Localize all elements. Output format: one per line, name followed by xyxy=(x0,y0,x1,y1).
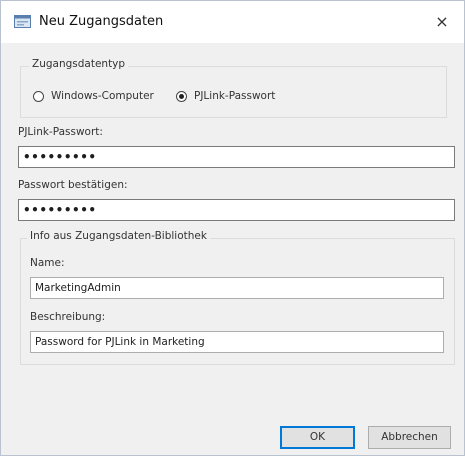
close-button[interactable]: × xyxy=(431,12,453,32)
radio-windows-computer-label: Windows-Computer xyxy=(51,90,154,102)
radio-windows-computer[interactable]: Windows-Computer xyxy=(33,90,154,102)
name-label: Name: xyxy=(30,257,65,269)
confirm-password-field[interactable]: ••••••••• xyxy=(18,199,455,221)
radio-pjlink-password-label: PJLink-Passwort xyxy=(194,90,276,102)
cancel-button[interactable]: Abbrechen xyxy=(368,426,451,449)
name-field[interactable]: MarketingAdmin xyxy=(30,277,444,299)
credential-type-legend: Zugangsdatentyp xyxy=(29,58,129,70)
radio-windows-computer-circle[interactable] xyxy=(33,90,44,102)
close-icon: × xyxy=(435,12,449,31)
description-field[interactable]: Password for PJLink in Marketing xyxy=(30,331,444,353)
dialog-window: Neu Zugangsdaten × Zugangsdatentyp Windo… xyxy=(0,0,465,456)
confirm-password-label: Passwort bestätigen: xyxy=(18,179,128,191)
description-label: Beschreibung: xyxy=(30,311,106,323)
password-field[interactable]: ••••••••• xyxy=(18,146,455,168)
password-label: PJLink-Passwort: xyxy=(18,126,103,138)
radio-pjlink-password[interactable]: PJLink-Passwort xyxy=(176,90,275,102)
library-info-legend: Info aus Zugangsdaten-Bibliothek xyxy=(27,230,210,242)
ok-button[interactable]: OK xyxy=(280,426,355,449)
radio-selected-dot xyxy=(179,93,184,99)
dialog-window-icon xyxy=(14,15,31,28)
radio-pjlink-password-circle[interactable] xyxy=(176,90,187,102)
window-title: Neu Zugangsdaten xyxy=(39,14,164,29)
title-bar: Neu Zugangsdaten × xyxy=(1,1,464,43)
